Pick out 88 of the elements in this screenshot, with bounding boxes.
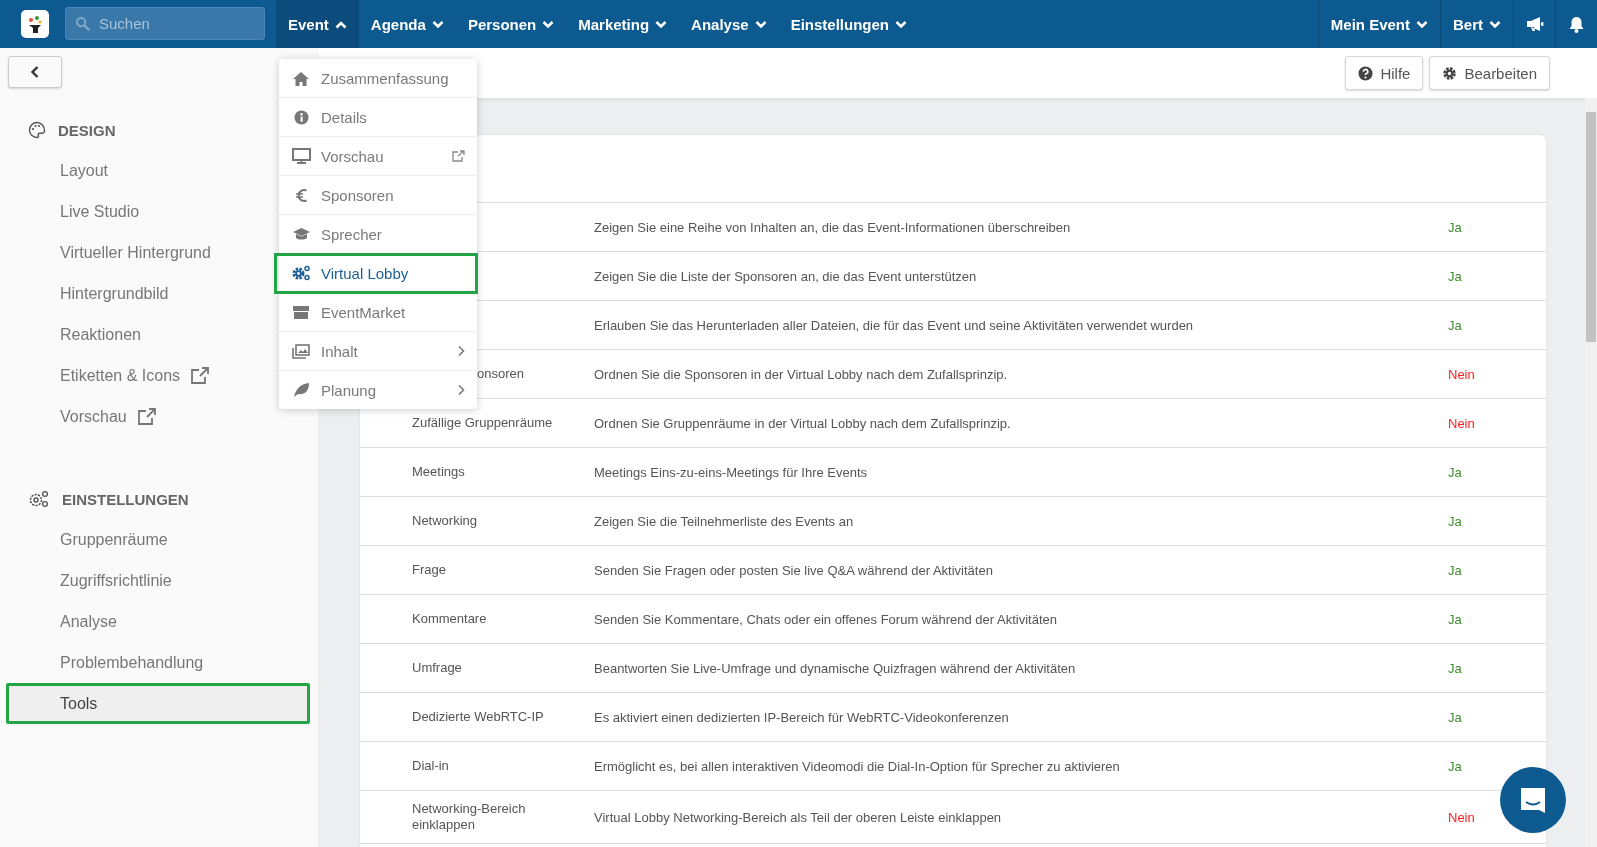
leaf-icon xyxy=(292,382,310,398)
feature-name: Frage xyxy=(412,562,446,578)
feature-description: Ordnen Sie die Sponsoren in der Virtual Lobby nach dem Zufallsprinzip. xyxy=(594,366,1008,382)
status-value: Nein xyxy=(1448,366,1475,382)
sidebar-item[interactable]: Tools xyxy=(6,683,310,724)
images-icon xyxy=(292,343,310,359)
monitor-icon xyxy=(291,148,311,164)
nav-menu[interactable]: Agenda xyxy=(358,0,456,48)
status-value: Ja xyxy=(1448,513,1462,529)
feature-name: Dial-in xyxy=(412,758,449,774)
section-heading: DESIGN xyxy=(58,121,116,139)
feature-name: Dedizierte WebRTC-IP xyxy=(412,709,544,725)
chevron-left-icon xyxy=(29,65,41,79)
nav-menu[interactable]: Analyse xyxy=(679,0,779,48)
section-heading: EINSTELLUNGEN xyxy=(62,490,189,508)
chevron-down-icon xyxy=(1489,19,1501,29)
feature-name: Umfrage xyxy=(412,660,462,676)
gears-icon xyxy=(28,490,50,508)
palette-icon xyxy=(28,121,46,139)
nav-menu[interactable]: Einstellungen xyxy=(778,0,919,48)
megaphone-icon[interactable] xyxy=(1525,16,1544,32)
graduation-cap-icon xyxy=(291,227,311,241)
status-value: Nein xyxy=(1448,809,1475,825)
status-value: Ja xyxy=(1448,268,1462,284)
chevron-down-icon xyxy=(895,19,907,29)
status-value: Nein xyxy=(1448,415,1475,431)
feature-description: Beantworten Sie Live-Umfrage und dynamische Quizfragen während der Aktivitäten xyxy=(594,660,1076,676)
notification-bell-icon[interactable] xyxy=(1569,15,1584,33)
info-icon xyxy=(293,109,309,125)
menu-item[interactable]: EventMarket xyxy=(279,293,477,332)
menu-item[interactable]: Virtual Lobby xyxy=(275,254,477,293)
store-icon xyxy=(292,304,310,320)
chevron-down-icon xyxy=(431,19,444,29)
sidebar-item[interactable]: Analyse xyxy=(0,601,318,642)
feature-name: Networking-Bereich einklappen xyxy=(412,800,526,832)
feature-name: onsoren xyxy=(476,366,524,382)
euro-icon xyxy=(294,187,308,203)
menu-item[interactable]: Sponsoren xyxy=(279,176,477,215)
nav-menu[interactable]: Personen xyxy=(455,0,567,48)
status-value: Ja xyxy=(1448,317,1462,333)
menu-item[interactable]: Zusammenfassung xyxy=(279,59,477,98)
app-logo-icon[interactable] xyxy=(21,10,49,38)
status-value: Ja xyxy=(1448,709,1462,725)
menu-item[interactable]: Details xyxy=(279,98,477,137)
feature-description: Virtual Lobby Networking-Bereich als Teil der oberen Leiste einklappen xyxy=(594,809,1002,825)
chevron-up-icon xyxy=(334,19,347,29)
chevron-down-icon xyxy=(655,19,668,29)
chat-bubble-icon xyxy=(1518,785,1548,815)
chevron-down-icon xyxy=(754,19,767,29)
help-icon xyxy=(1358,65,1374,81)
feature-description: Meetings Eins-zu-eins-Meetings für Ihre Events xyxy=(594,464,868,480)
feature-description: Zeigen Sie die Teilnehmerliste des Events an xyxy=(594,513,854,529)
chevron-down-icon xyxy=(1416,19,1428,29)
gears-icon xyxy=(291,265,311,281)
scrollbar[interactable] xyxy=(1585,98,1597,847)
feature-description: Ordnen Sie Gruppenräume in der Virtual Lobby nach dem Zufallsprinzip. xyxy=(594,415,1011,431)
back-button[interactable] xyxy=(8,56,62,88)
sidebar-item[interactable]: Zugriffsrichtlinie xyxy=(0,560,318,601)
feature-name: Zufällige Gruppenräume xyxy=(412,415,553,431)
feature-description: Ermöglicht es, bei allen interaktiven Videomodi die Dial-In-Option für Sprecher zu aktivieren xyxy=(594,758,1120,774)
search-field[interactable]: Suchen xyxy=(65,7,265,40)
chevron-down-icon xyxy=(542,19,555,29)
status-value: Ja xyxy=(1448,219,1462,235)
status-value: Ja xyxy=(1448,562,1462,578)
help-button[interactable]: Hilfe xyxy=(1345,56,1424,90)
settings-icon xyxy=(1442,65,1458,81)
feature-description: Senden Sie Kommentare, Chats oder ein offenes Forum während der Aktivitäten xyxy=(594,611,1057,627)
menu-item[interactable]: Vorschau xyxy=(279,137,477,176)
status-value: Ja xyxy=(1448,464,1462,480)
nav-menu[interactable]: Event xyxy=(276,0,359,48)
menu-item[interactable]: Inhalt xyxy=(279,332,477,371)
menu-item[interactable]: Sprecher xyxy=(279,215,477,254)
feature-description: Zeigen Sie eine Reihe von Inhalten an, die das Event-Informationen überschreiben xyxy=(594,219,1071,235)
sidebar-item[interactable]: Problembehandlung xyxy=(0,642,318,683)
status-value: Ja xyxy=(1448,758,1462,774)
nav-menu[interactable]: Marketing xyxy=(566,0,680,48)
feature-description: Zeigen Sie die Liste der Sponsoren an, die das Event unterstützen xyxy=(594,268,977,284)
sidebar-item[interactable]: Gruppenräume xyxy=(0,519,318,560)
feature-description: Es aktiviert einen dedizierten IP-Bereich für WebRTC-Videokonferenzen xyxy=(594,709,1009,725)
feature-name: Networking xyxy=(412,513,478,529)
feature-name: Meetings xyxy=(412,464,465,480)
status-value: Ja xyxy=(1448,660,1462,676)
feature-description: Senden Sie Fragen oder posten Sie live Q&A während der Aktivitäten xyxy=(594,562,993,578)
feature-description: Erlauben Sie das Herunterladen aller Dateien, die für das Event und seine Aktivitäten verwendet wurden xyxy=(594,317,1194,333)
status-value: Ja xyxy=(1448,611,1462,627)
edit-button[interactable]: Bearbeiten xyxy=(1429,56,1550,90)
home-icon xyxy=(292,70,310,86)
feature-name: Kommentare xyxy=(412,611,487,627)
